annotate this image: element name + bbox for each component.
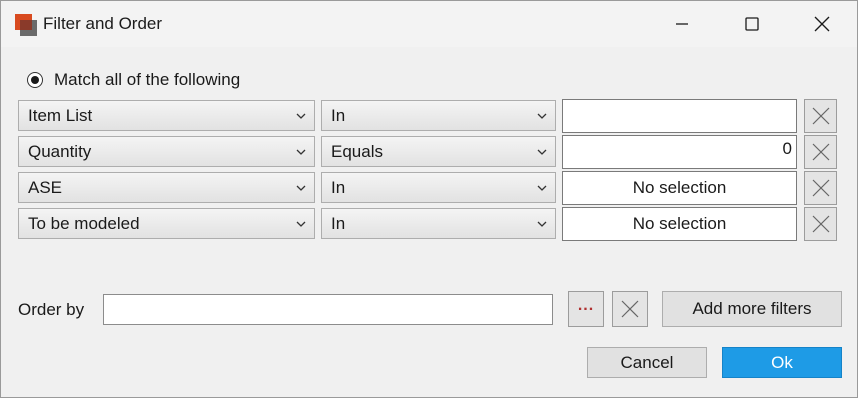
operator-value: Equals — [331, 141, 383, 161]
title-bar: Filter and Order — [1, 1, 857, 47]
close-button[interactable] — [791, 1, 853, 47]
chevron-down-icon — [529, 185, 555, 191]
filter-field-select[interactable]: ASE — [18, 172, 315, 203]
filter-operator-select[interactable]: In — [321, 172, 556, 203]
close-icon — [621, 300, 639, 318]
filter-order-dialog: Filter and Order Match all of the follow… — [0, 0, 858, 398]
field-value: ASE — [28, 177, 63, 197]
maximize-icon — [745, 17, 759, 31]
close-icon — [814, 16, 830, 32]
ok-button[interactable]: Ok — [722, 347, 842, 378]
filter-operator-select[interactable]: Equals — [321, 136, 556, 167]
close-icon — [812, 143, 829, 161]
remove-filter-button[interactable] — [804, 99, 837, 133]
value-text: No selection — [632, 178, 727, 197]
remove-filter-button[interactable] — [804, 135, 837, 169]
match-all-label: Match all of the following — [54, 70, 241, 89]
operator-value: In — [331, 213, 346, 233]
operator-value: In — [331, 177, 346, 197]
filter-value-input[interactable] — [562, 99, 797, 133]
minimize-button[interactable] — [651, 1, 713, 47]
order-by-browse-button[interactable]: ... — [568, 291, 604, 327]
minimize-icon — [676, 23, 688, 25]
chevron-down-icon — [529, 221, 555, 227]
filter-operator-select[interactable]: In — [321, 100, 556, 131]
chevron-down-icon — [529, 149, 555, 155]
order-by-input[interactable] — [103, 294, 553, 325]
chevron-down-icon — [288, 149, 314, 155]
operator-value: In — [331, 105, 346, 125]
maximize-button[interactable] — [721, 1, 783, 47]
filter-field-select[interactable]: Quantity — [18, 136, 315, 167]
filter-field-select[interactable]: To be modeled — [18, 208, 315, 239]
app-logo-icon — [15, 14, 37, 36]
filter-value-input[interactable]: 0 — [562, 135, 797, 169]
match-all-radio[interactable]: Match all of the following — [27, 70, 240, 90]
filter-value-selector[interactable]: No selection — [562, 171, 797, 205]
close-icon — [812, 215, 829, 233]
close-icon — [812, 179, 829, 197]
clear-order-button[interactable] — [612, 291, 648, 327]
chevron-down-icon — [288, 113, 314, 119]
filter-field-select[interactable]: Item List — [18, 100, 315, 131]
filter-value-selector[interactable]: No selection — [562, 207, 797, 241]
chevron-down-icon — [288, 185, 314, 191]
add-more-filters-button[interactable]: Add more filters — [662, 291, 842, 327]
field-value: Item List — [28, 105, 93, 125]
window-title: Filter and Order — [43, 14, 163, 33]
remove-filter-button[interactable] — [804, 207, 837, 241]
value-text: No selection — [632, 214, 727, 233]
close-icon — [812, 107, 829, 125]
chevron-down-icon — [529, 113, 555, 119]
field-value: Quantity — [28, 141, 92, 161]
order-by-label: Order by — [18, 300, 85, 319]
value-text: 0 — [782, 139, 792, 158]
remove-filter-button[interactable] — [804, 171, 837, 205]
field-value: To be modeled — [28, 213, 140, 233]
filter-operator-select[interactable]: In — [321, 208, 556, 239]
radio-button[interactable] — [27, 72, 43, 88]
more-icon: ... — [577, 297, 595, 314]
chevron-down-icon — [288, 221, 314, 227]
cancel-button[interactable]: Cancel — [587, 347, 707, 378]
